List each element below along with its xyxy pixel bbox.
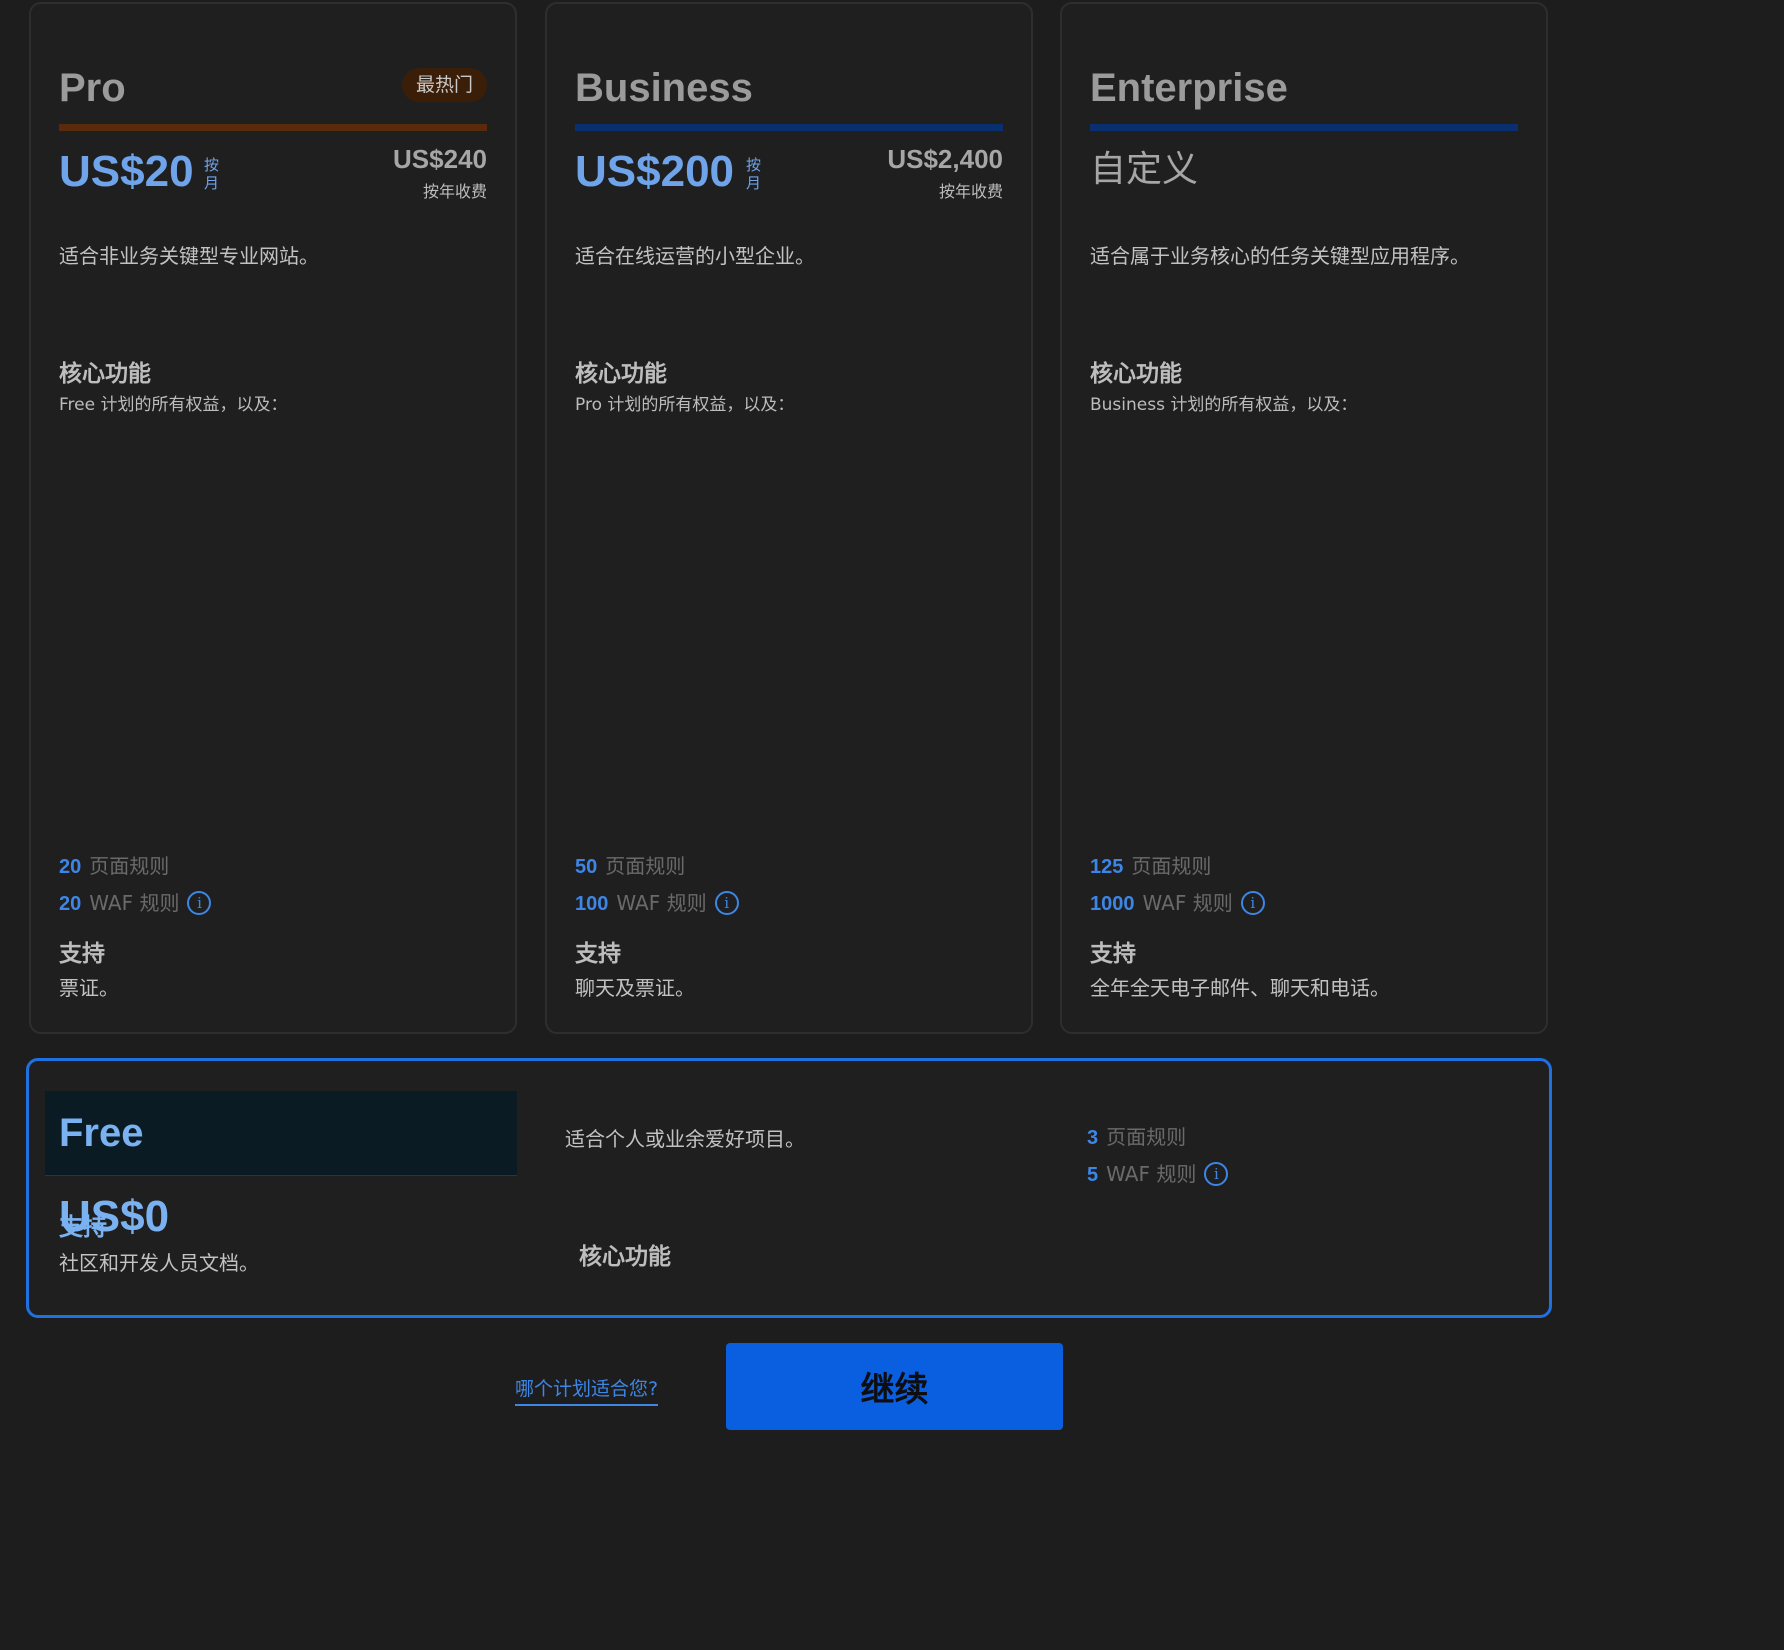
- custom-price: 自定义: [1090, 149, 1199, 190]
- monthly-price: US$20: [59, 147, 194, 196]
- waf-rules-label: WAF 规则: [89, 891, 180, 915]
- waf-rules-count: 5: [1087, 1164, 1099, 1186]
- accent-bar: [1090, 124, 1518, 131]
- page-rules-count: 20: [59, 856, 82, 878]
- accent-bar: [575, 124, 1003, 131]
- support-title: 支持: [575, 941, 621, 967]
- waf-rules-label: WAF 规则: [616, 891, 707, 915]
- per-month-label: 按月: [204, 156, 220, 192]
- support-text: 聊天及票证。: [575, 976, 695, 1000]
- monthly-price: US$200: [575, 147, 735, 196]
- page-rules: 50 页面规则: [575, 850, 685, 879]
- info-icon[interactable]: i: [187, 891, 212, 915]
- page-rules-count: 3: [1087, 1127, 1099, 1149]
- support-title: 支持: [59, 941, 105, 967]
- waf-rules: 1000 WAF 规则 i: [1090, 887, 1265, 916]
- plan-title: Free: [59, 1111, 144, 1155]
- plan-card-free[interactable]: Free US$0 支持 社区和开发人员文档。 适合个人或业余爱好项目。 核心功…: [26, 1058, 1552, 1318]
- plan-title: Business: [575, 66, 753, 110]
- core-features-subtitle: Business 计划的所有权益，以及：: [1090, 395, 1358, 415]
- waf-rules-count: 100: [575, 893, 609, 915]
- page-rules-label: 页面规则: [89, 854, 170, 878]
- support-text: 全年全天电子邮件、聊天和电话。: [1090, 976, 1390, 1000]
- support-text: 票证。: [59, 976, 119, 1000]
- popular-badge: 最热门: [401, 68, 487, 102]
- core-features-subtitle: Pro 计划的所有权益，以及：: [575, 395, 795, 415]
- annual-note: 按年收费: [422, 182, 487, 201]
- support-title: 支持: [1090, 941, 1136, 967]
- annual-note: 按年收费: [938, 182, 1003, 201]
- which-plan-link[interactable]: 哪个计划适合您?: [515, 1374, 659, 1406]
- annual-price: US$2,400: [887, 144, 1003, 174]
- page-rules-label: 页面规则: [1106, 1125, 1187, 1149]
- page-rules: 125 页面规则: [1090, 850, 1211, 879]
- waf-rules-count: 20: [59, 893, 82, 915]
- page-rules-count: 125: [1090, 856, 1124, 878]
- core-features-title: 核心功能: [575, 361, 667, 387]
- waf-rules: 5 WAF 规则 i: [1087, 1158, 1229, 1187]
- support-text: 社区和开发人员文档。: [59, 1251, 259, 1275]
- plan-description: 适合在线运营的小型企业。: [575, 244, 815, 268]
- page-rules-label: 页面规则: [605, 854, 686, 878]
- waf-rules-label: WAF 规则: [1106, 1162, 1197, 1186]
- info-icon[interactable]: i: [1240, 891, 1265, 915]
- waf-rules: 100 WAF 规则 i: [575, 887, 739, 916]
- annual-price: US$240: [393, 144, 487, 174]
- free-plan-header: Free: [45, 1091, 517, 1176]
- page-rules: 3 页面规则: [1087, 1121, 1186, 1150]
- waf-rules-label: WAF 规则: [1142, 891, 1233, 915]
- plan-description: 适合个人或业余爱好项目。: [565, 1127, 805, 1151]
- plan-card-business[interactable]: Business US$200 按月 US$2,400 按年收费 适合在线运营的…: [545, 2, 1033, 1034]
- core-features-title: 核心功能: [579, 1244, 671, 1270]
- plan-description: 适合非业务关键型专业网站。: [59, 244, 319, 268]
- page-rules: 20 页面规则: [59, 850, 169, 879]
- info-icon[interactable]: i: [714, 891, 739, 915]
- plan-title: Enterprise: [1090, 66, 1288, 110]
- accent-bar: [59, 124, 487, 131]
- waf-rules: 20 WAF 规则 i: [59, 887, 212, 916]
- plan-card-enterprise[interactable]: Enterprise 自定义 适合属于业务核心的任务关键型应用程序。 核心功能 …: [1060, 2, 1548, 1034]
- plan-description: 适合属于业务核心的任务关键型应用程序。: [1090, 244, 1470, 268]
- page-rules-count: 50: [575, 856, 598, 878]
- core-features-title: 核心功能: [1090, 361, 1182, 387]
- waf-rules-count: 1000: [1090, 893, 1135, 915]
- plan-title: Pro: [59, 66, 126, 110]
- plan-card-pro[interactable]: Pro 最热门 US$20 按月 US$240 按年收费 适合非业务关键型专业网…: [29, 2, 517, 1034]
- info-icon[interactable]: i: [1204, 1162, 1229, 1186]
- continue-button[interactable]: 继续: [726, 1343, 1063, 1430]
- page-rules-label: 页面规则: [1131, 854, 1212, 878]
- support-title: 支持: [59, 1213, 107, 1241]
- per-month-label: 按月: [746, 156, 762, 192]
- core-features-title: 核心功能: [59, 361, 151, 387]
- core-features-subtitle: Free 计划的所有权益，以及：: [59, 395, 288, 415]
